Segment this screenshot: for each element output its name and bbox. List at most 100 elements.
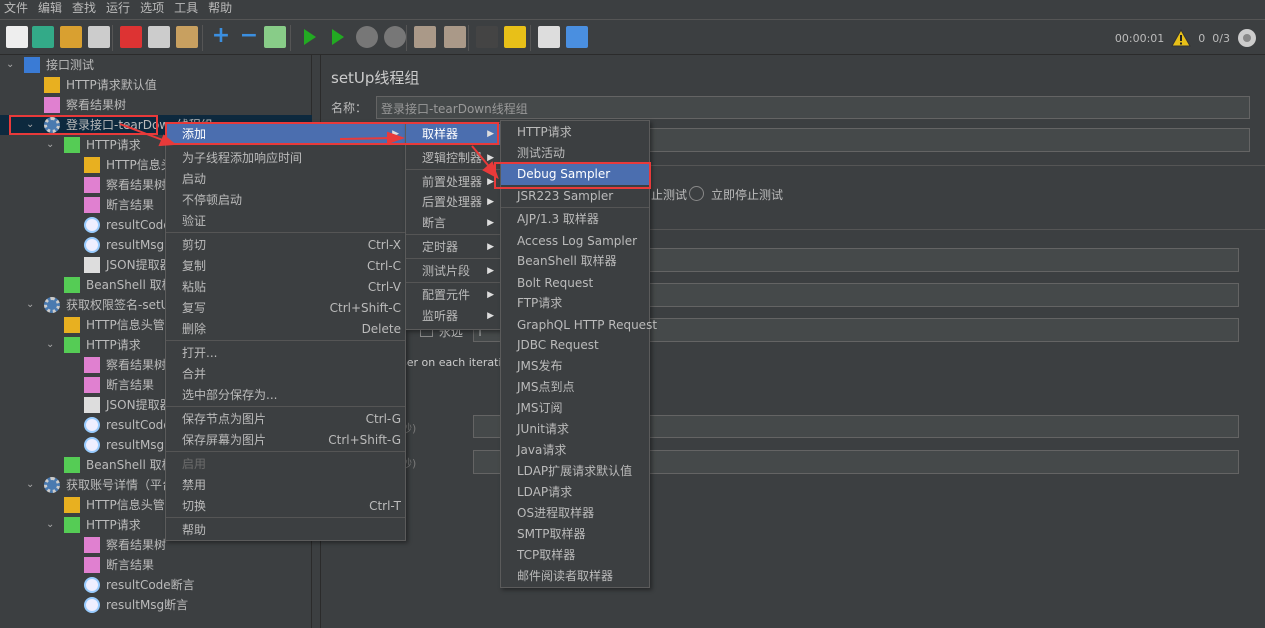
expand-icon[interactable]: + [210,25,232,48]
menu-item[interactable]: JMS发布 [501,356,649,377]
menu-item[interactable]: 切换 Ctrl-T [166,496,405,517]
menu-item[interactable]: 测试片段 ▶ [406,261,500,282]
menu-item[interactable]: 选中部分保存为... [166,385,405,406]
chevron-down-icon[interactable]: ⌄ [26,475,38,495]
menu-6[interactable]: 帮助 [204,0,238,19]
menu-item[interactable]: JSR223 Sampler [501,186,649,207]
menu-item[interactable]: 打开... [166,343,405,364]
tree-node[interactable]: ⌄ 接口测试 [0,55,312,75]
menu-3[interactable]: 运行 [102,0,136,19]
menu-item[interactable]: OS进程取样器 [501,503,649,524]
menu-2[interactable]: 查找 [68,0,102,19]
menu-item[interactable]: 不停顿启动 [166,190,405,211]
menu-5[interactable]: 工具 [170,0,204,19]
stop-now-radio[interactable] [689,186,704,201]
menu-item[interactable]: 逻辑控制器 ▶ [406,148,500,169]
search-icon[interactable] [476,26,498,48]
tree-node[interactable]: 察看结果树 [0,95,312,115]
wrench-icon [64,497,80,513]
menu-item[interactable]: 添加 ▶ [166,124,405,145]
chevron-down-icon[interactable]: ⌄ [6,55,18,75]
menu-item[interactable]: JMS点到点 [501,377,649,398]
menu-item[interactable]: 禁用 [166,475,405,496]
menu-item[interactable]: 保存屏幕为图片 Ctrl+Shift-G [166,430,405,451]
start-icon[interactable] [298,26,320,48]
menu-item[interactable]: 配置元件 ▶ [406,285,500,306]
new-icon[interactable] [6,26,28,48]
start-no-pause-icon[interactable] [326,26,348,48]
menu-0[interactable]: 文件 [0,0,34,19]
chevron-down-icon[interactable]: ⌄ [26,115,38,135]
tree-node[interactable]: resultMsg断言 [0,595,312,615]
tree-node[interactable]: HTTP请求默认值 [0,75,312,95]
chevron-down-icon[interactable]: ⌄ [46,335,58,355]
menu-item[interactable]: JUnit请求 [501,419,649,440]
tree-node[interactable]: 断言结果 [0,555,312,575]
menu-item[interactable]: 前置处理器 ▶ [406,172,500,193]
chevron-down-icon[interactable]: ⌄ [26,295,38,315]
chevron-down-icon[interactable]: ⌄ [46,135,58,155]
stop-icon[interactable] [356,26,378,48]
menu-item[interactable]: 保存节点为图片 Ctrl-G [166,409,405,430]
menu-item[interactable]: BeanShell 取样器 [501,251,649,272]
help-icon[interactable] [566,26,588,48]
menu-item[interactable]: 复制 Ctrl-C [166,256,405,277]
collapse-icon[interactable]: − [238,25,260,48]
menu-item[interactable]: 取样器 ▶ [406,124,500,145]
cut-icon[interactable] [120,26,142,48]
warning-icon[interactable] [1171,29,1192,47]
menu-bar: 文件 编辑 查找 运行 选项 工具 帮助 [0,0,1265,19]
menu-separator [166,232,405,233]
menu-item[interactable]: 监听器 ▶ [406,306,500,327]
paste-icon[interactable] [176,26,198,48]
menu-item[interactable]: 验证 [166,211,405,232]
name-input[interactable]: 登录接口-tearDown线程组 [376,96,1250,119]
reset-search-icon[interactable] [504,26,526,48]
menu-item[interactable]: 定时器 ▶ [406,237,500,258]
templates-icon[interactable] [32,26,54,48]
menu-item[interactable]: Bolt Request [501,273,649,294]
menu-item[interactable]: 帮助 [166,520,405,541]
clear-icon[interactable] [414,26,436,48]
ramp-up-input[interactable] [641,283,1239,307]
menu-item[interactable]: JMS订阅 [501,398,649,419]
menu-item[interactable]: 删除 Delete [166,319,405,340]
menu-4[interactable]: 选项 [136,0,170,19]
menu-item[interactable]: FTP请求 [501,293,649,314]
remote-icon[interactable] [1237,28,1257,48]
shutdown-icon[interactable] [384,26,406,48]
toggle-icon[interactable] [264,26,286,48]
menu-item[interactable]: 测试活动 [501,143,649,164]
menu-item[interactable]: SMTP取样器 [501,524,649,545]
menu-item[interactable]: Access Log Sampler [501,231,649,252]
menu-item[interactable]: 复写 Ctrl+Shift-C [166,298,405,319]
threads-input[interactable] [641,248,1239,272]
copy-icon[interactable] [148,26,170,48]
menu-item[interactable]: AJP/1.3 取样器 [501,209,649,230]
menu-item[interactable]: Java请求 [501,440,649,461]
menu-item[interactable]: LDAP请求 [501,482,649,503]
menu-item[interactable]: 断言 ▶ [406,213,500,234]
menu-item[interactable]: 剪切 Ctrl-X [166,235,405,256]
toolbar: 00:00:01 0 0/3 + − [0,19,1265,55]
menu-item[interactable]: 为子线程添加响应时间 [166,148,405,169]
menu-item[interactable]: 启动 [166,169,405,190]
clear-all-icon[interactable] [444,26,466,48]
open-icon[interactable] [60,26,82,48]
menu-item[interactable]: TCP取样器 [501,545,649,566]
magnifier-icon [84,597,100,613]
menu-item[interactable]: 粘贴 Ctrl-V [166,277,405,298]
menu-item[interactable]: HTTP请求 [501,122,649,143]
menu-item[interactable]: Debug Sampler [501,164,649,185]
function-helper-icon[interactable] [538,26,560,48]
menu-item[interactable]: JDBC Request [501,335,649,356]
tree-node[interactable]: resultCode断言 [0,575,312,595]
menu-item[interactable]: GraphQL HTTP Request [501,315,657,336]
chevron-down-icon[interactable]: ⌄ [46,515,58,535]
menu-1[interactable]: 编辑 [34,0,68,19]
save-icon[interactable] [88,26,110,48]
menu-item[interactable]: 邮件阅读者取样器 [501,566,649,587]
menu-item[interactable]: 后置处理器 ▶ [406,192,500,213]
menu-item[interactable]: 合并 [166,364,405,385]
menu-item[interactable]: LDAP扩展请求默认值 [501,461,649,482]
